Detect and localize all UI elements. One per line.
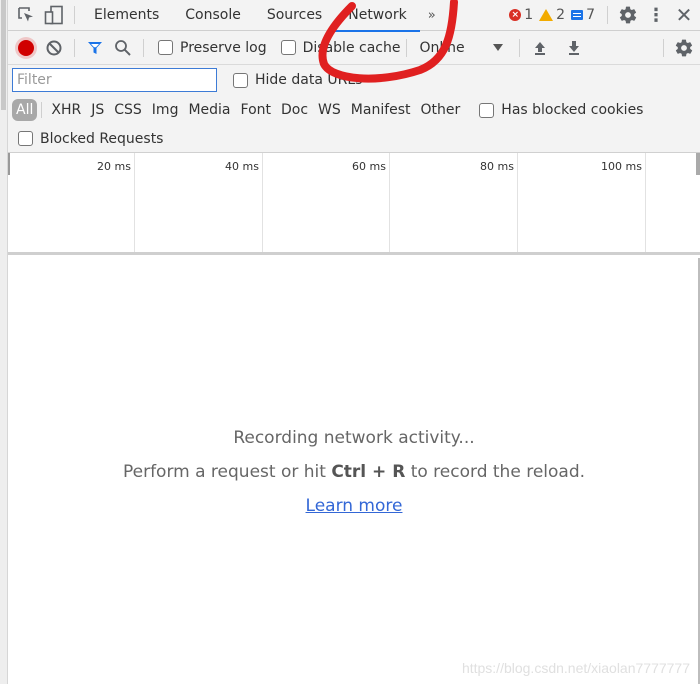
checkbox[interactable] [18,131,33,146]
reload-hint: Perform a request or hit Ctrl + R to rec… [122,462,586,482]
filter-funnel-icon [88,41,102,54]
tab-network[interactable]: Network [335,0,421,32]
divider [406,38,408,57]
filter-toggle-button[interactable] [81,34,109,62]
divider [143,38,144,57]
import-har-button[interactable] [526,34,554,62]
error-icon: × [509,9,522,21]
divider [74,38,75,57]
shortcut-key: Ctrl + R [331,462,406,482]
hide-data-urls-checkbox[interactable]: Hide data URLs [233,72,362,88]
upload-icon [535,41,546,55]
type-filter-all[interactable]: All [12,99,38,121]
blocked-requests-row: Blocked Requests [8,125,700,153]
timeline-tick: 100 ms [518,153,646,252]
tab-elements[interactable]: Elements [81,0,172,31]
type-filter-media[interactable]: Media [183,102,235,118]
type-filter-ws[interactable]: WS [313,102,346,118]
timeline-tick: 40 ms [135,153,263,252]
type-filter-manifest[interactable]: Manifest [346,102,416,118]
disable-cache-checkbox[interactable]: Disable cache [280,40,400,56]
type-filter-img[interactable]: Img [147,102,184,118]
network-settings-button[interactable] [670,34,698,62]
error-count: 1 [524,7,534,23]
divider [519,38,521,57]
preserve-log-checkbox[interactable]: Preserve log [158,40,267,56]
gear-icon [675,39,693,56]
clear-button[interactable] [40,34,68,62]
timeline-tick: 60 ms [263,153,390,252]
overview-handle-right[interactable] [696,153,700,175]
left-scrollbar[interactable] [0,0,8,684]
clear-icon [46,40,62,55]
checkbox[interactable] [233,72,248,88]
tab-sources[interactable]: Sources [254,0,335,31]
filter-bar: Hide data URLs [8,65,700,95]
filter-input[interactable] [12,68,217,92]
download-icon [569,40,580,55]
timeline-tick: 20 ms [8,153,135,252]
inspect-element-icon[interactable] [12,1,40,29]
dropdown-caret-icon [493,44,504,51]
devtools-network-panel: Elements Console Sources Network » × 1 2 … [8,0,700,684]
divider [663,38,664,57]
divider [41,102,43,118]
resource-type-filters: All XHR JS CSS Img Media Font Doc WS Man… [8,95,700,125]
type-filter-js[interactable]: JS [86,102,109,118]
divider [74,6,75,24]
message-count: 7 [586,7,595,23]
timeline-overview[interactable]: 20 ms 40 ms 60 ms 80 ms 100 ms [8,153,700,255]
more-options-icon[interactable]: ⋮ [642,1,670,29]
learn-more-link[interactable]: Learn more [306,496,403,516]
network-toolbar: Preserve log Disable cache Online [8,31,700,65]
checkbox[interactable] [479,102,495,118]
export-har-button[interactable] [560,34,588,62]
tab-console[interactable]: Console [172,0,254,31]
type-filter-xhr[interactable]: XHR [46,102,86,118]
watermark: https://blog.csdn.net/xiaolan7777777 [461,660,690,676]
recording-message: Recording network activity... [233,428,475,448]
warning-count: 2 [556,7,566,23]
search-button[interactable] [109,34,137,62]
record-icon [18,39,34,56]
warning-icon [539,9,554,21]
scrollbar-thumb[interactable] [1,0,6,110]
issue-counters[interactable]: × 1 2 7 [509,7,601,23]
checkbox[interactable] [280,40,296,55]
divider [607,6,608,24]
has-blocked-cookies-checkbox[interactable]: Has blocked cookies [479,102,643,118]
record-button[interactable] [12,34,40,62]
blocked-requests-checkbox[interactable]: Blocked Requests [18,131,163,147]
type-filter-font[interactable]: Font [236,102,276,118]
timeline-tick: 80 ms [390,153,518,252]
settings-gear-icon[interactable] [614,1,642,29]
type-filter-other[interactable]: Other [416,102,466,118]
message-icon [571,10,584,20]
checkbox[interactable] [158,40,173,55]
throttling-select[interactable]: Online [413,40,509,56]
type-filter-doc[interactable]: Doc [276,102,313,118]
more-tabs-button[interactable]: » [424,8,440,23]
devtools-tabbar: Elements Console Sources Network » × 1 2 … [8,0,700,32]
close-icon[interactable]: ✕ [670,1,698,29]
search-icon [115,39,131,56]
request-list: Recording network activity... Perform a … [8,258,700,684]
type-filter-css[interactable]: CSS [109,102,147,118]
device-toolbar-icon[interactable] [40,1,68,29]
empty-state: Recording network activity... Perform a … [8,428,700,516]
